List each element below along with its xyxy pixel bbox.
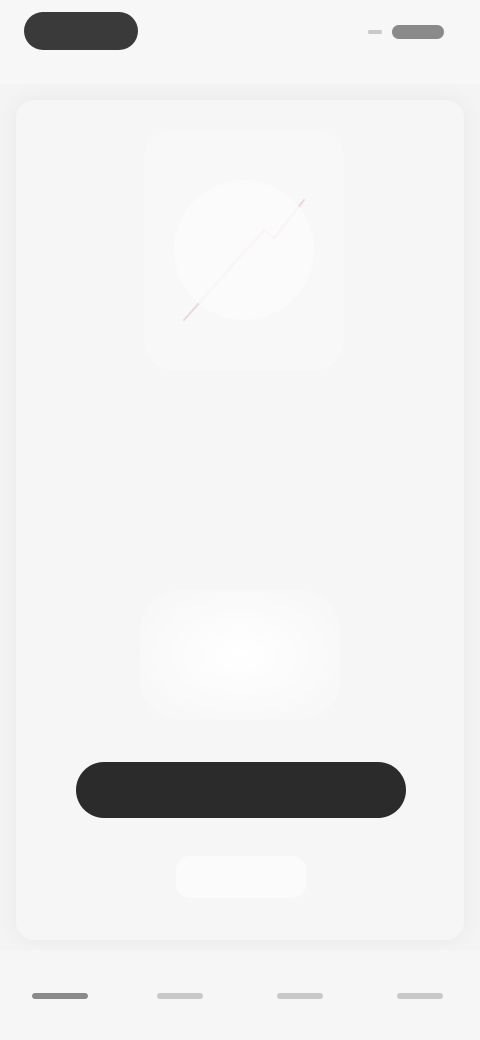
nav-indicator-icon	[277, 992, 323, 999]
nav-indicator-icon	[397, 992, 443, 999]
nav-item-3[interactable]	[260, 970, 340, 1002]
nav-indicator-icon	[157, 992, 203, 999]
status-dot-icon	[368, 30, 382, 34]
decorative-illustration-icon	[144, 130, 344, 370]
decorative-glow	[140, 590, 340, 720]
nav-item-2[interactable]	[140, 970, 220, 1002]
top-right-label	[392, 25, 444, 39]
top-right-status[interactable]	[368, 20, 444, 44]
bottom-nav	[0, 950, 480, 1040]
nav-indicator-icon	[32, 992, 88, 999]
nav-item-4[interactable]	[380, 970, 460, 1002]
top-bar	[0, 0, 480, 84]
top-pill-button[interactable]	[24, 12, 138, 50]
nav-item-1[interactable]	[20, 970, 100, 1002]
screen	[0, 0, 480, 1040]
secondary-link[interactable]	[176, 856, 306, 898]
primary-action-button[interactable]	[76, 762, 406, 818]
